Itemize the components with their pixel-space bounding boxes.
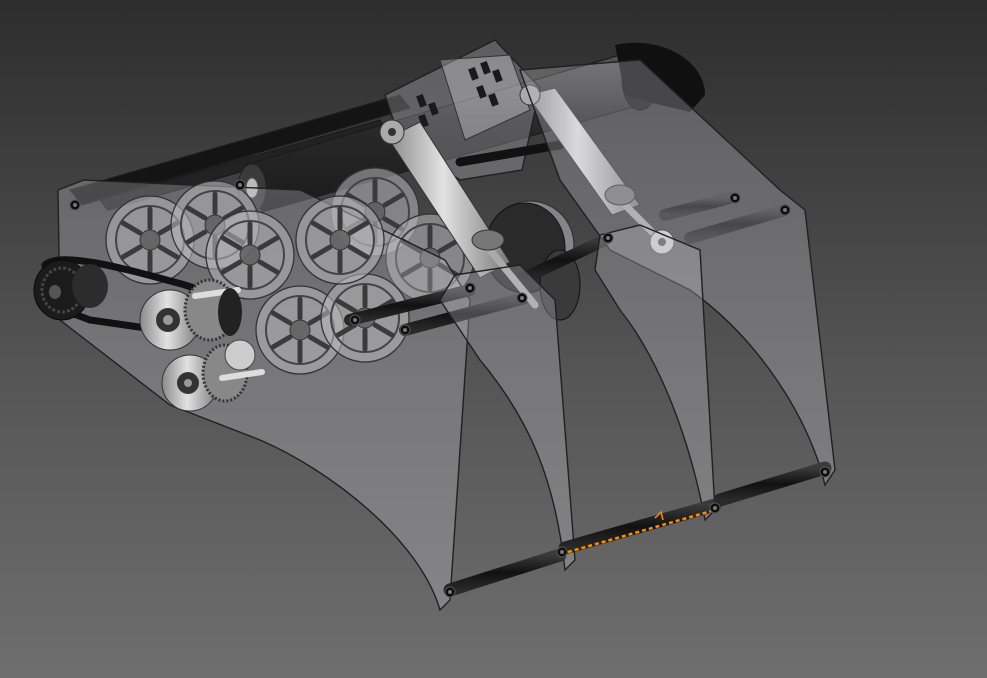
bottom-cross-bars [443,461,832,597]
cad-model-view[interactable] [0,0,987,678]
cad-viewport[interactable] [0,0,987,678]
right-arm-plate [594,224,716,522]
